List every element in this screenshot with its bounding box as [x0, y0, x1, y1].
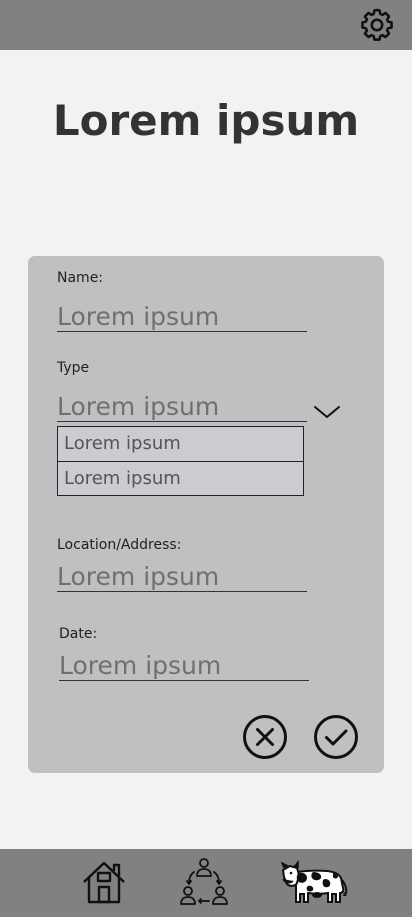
home-icon[interactable]: [81, 859, 127, 905]
form-card: Name: Lorem ipsum Type Lorem ipsum Lorem…: [28, 256, 384, 773]
date-field[interactable]: Lorem ipsum: [59, 651, 309, 681]
page-title: Lorem ipsum: [52, 96, 360, 145]
location-label: Location/Address:: [57, 537, 182, 553]
bottom-nav: [0, 849, 412, 917]
chevron-down-icon[interactable]: [313, 404, 341, 420]
check-circle-icon[interactable]: [313, 714, 359, 760]
date-label: Date:: [59, 626, 98, 642]
name-label: Name:: [57, 270, 104, 286]
type-label: Type: [57, 360, 90, 376]
name-field[interactable]: Lorem ipsum: [57, 302, 307, 332]
close-circle-icon[interactable]: [242, 714, 288, 760]
type-options-list: Lorem ipsum Lorem ipsum: [57, 426, 304, 496]
top-bar: [0, 0, 412, 50]
type-option[interactable]: Lorem ipsum: [58, 427, 303, 461]
cow-icon[interactable]: [281, 860, 349, 906]
type-option[interactable]: Lorem ipsum: [58, 461, 303, 495]
type-select[interactable]: Lorem ipsum: [57, 392, 307, 422]
gear-icon[interactable]: [358, 6, 396, 44]
location-field[interactable]: Lorem ipsum: [57, 562, 307, 592]
people-exchange-icon[interactable]: [180, 857, 228, 907]
